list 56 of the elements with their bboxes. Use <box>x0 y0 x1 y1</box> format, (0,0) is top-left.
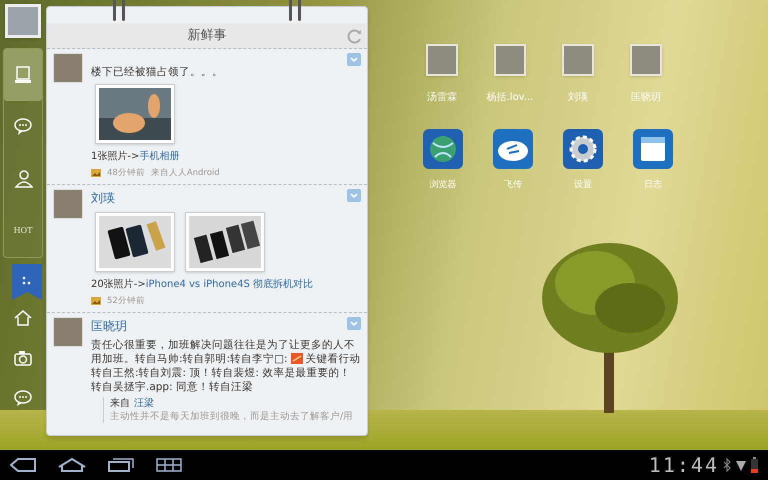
contact-photo-placeholder[interactable] <box>426 44 458 76</box>
app-label[interactable]: 飞传 <box>504 179 522 192</box>
app-label[interactable]: 设置 <box>574 179 592 192</box>
quote-author-link[interactable]: 汪梁 <box>134 396 154 410</box>
wifi-icon <box>735 458 747 472</box>
avatar-placeholder[interactable] <box>53 188 83 219</box>
avatar-placeholder[interactable] <box>53 316 83 346</box>
gear-icon[interactable] <box>563 129 603 169</box>
author-name[interactable]: 刘瑛 <box>91 188 115 207</box>
bluetooth-icon <box>723 458 731 472</box>
picture-icon <box>91 297 101 306</box>
chat-icon <box>13 117 33 137</box>
caption-text: 1张照片-> <box>91 150 140 164</box>
back-icon[interactable] <box>10 458 36 472</box>
quote-text: 主动性并不是每天加班到很晚，而是主动去了解客户/用 <box>110 410 354 422</box>
photo-thumbnail[interactable] <box>95 84 175 144</box>
app-label[interactable]: 浏览器 <box>430 179 456 192</box>
post-source: 来自人人Android <box>150 167 220 180</box>
battery-icon <box>751 457 758 473</box>
avatar-placeholder[interactable] <box>53 53 83 83</box>
album-link[interactable]: 手机相册 <box>139 149 180 164</box>
home-icon[interactable] <box>13 308 33 328</box>
sidebar-tab[interactable] <box>4 49 42 101</box>
post-text: 楼下已经被猫占领了。。。 <box>91 65 224 79</box>
contact-name[interactable]: 匡晓玥 <box>631 90 661 105</box>
home-icon[interactable] <box>58 458 86 472</box>
picture-icon <box>91 169 101 178</box>
binder-rings-icon <box>287 0 303 23</box>
chat-icon[interactable] <box>13 388 33 408</box>
caption-text: 20张照片-> <box>91 278 146 292</box>
contact-name[interactable]: 杨括.lov... <box>486 90 534 105</box>
camera-icon[interactable] <box>13 348 33 368</box>
quote-label: 来自 <box>110 396 130 410</box>
grid-icon[interactable] <box>156 458 182 472</box>
post-time: 52分钟前 <box>107 294 145 308</box>
feed-title: 新鲜事 <box>188 26 226 45</box>
photo-thumbnail[interactable] <box>95 212 175 272</box>
post-text: 责任心很重要，加班解决问题往往是为了让更多的人不用加班。转自马帅:转自郭明:转自李宁□: 关键看行动转自王然:转自刘震: 顶！转自裴煜: 效率是最重要的！转自吴拯宇.app: 同意！转自汪梁 <box>91 338 361 394</box>
contacts-icon <box>13 169 33 189</box>
contact-name[interactable]: 汤雷霖 <box>427 90 457 105</box>
cloud-icon[interactable] <box>493 129 533 169</box>
clock-time: 11:44 <box>648 455 719 475</box>
contact-name[interactable]: 刘瑛 <box>568 90 588 105</box>
contact-photo-placeholder[interactable] <box>562 44 594 76</box>
globe-icon[interactable] <box>423 129 463 169</box>
recent-apps-icon[interactable] <box>108 458 134 472</box>
author-name[interactable]: 匡晓玥 <box>91 316 127 334</box>
contact-photo-placeholder[interactable] <box>630 44 662 76</box>
post-time: 48分钟前 <box>107 167 145 180</box>
album-link[interactable]: iPhone4 vs iPhone4S 彻底拆机对比 <box>146 276 313 292</box>
binder-rings-icon <box>111 0 127 23</box>
notepad-icon[interactable] <box>633 129 673 169</box>
feed-icon <box>13 65 33 85</box>
app-label[interactable]: 日志 <box>644 179 662 192</box>
contact-photo-placeholder[interactable] <box>494 44 526 76</box>
photo-thumbnail[interactable] <box>185 212 265 272</box>
